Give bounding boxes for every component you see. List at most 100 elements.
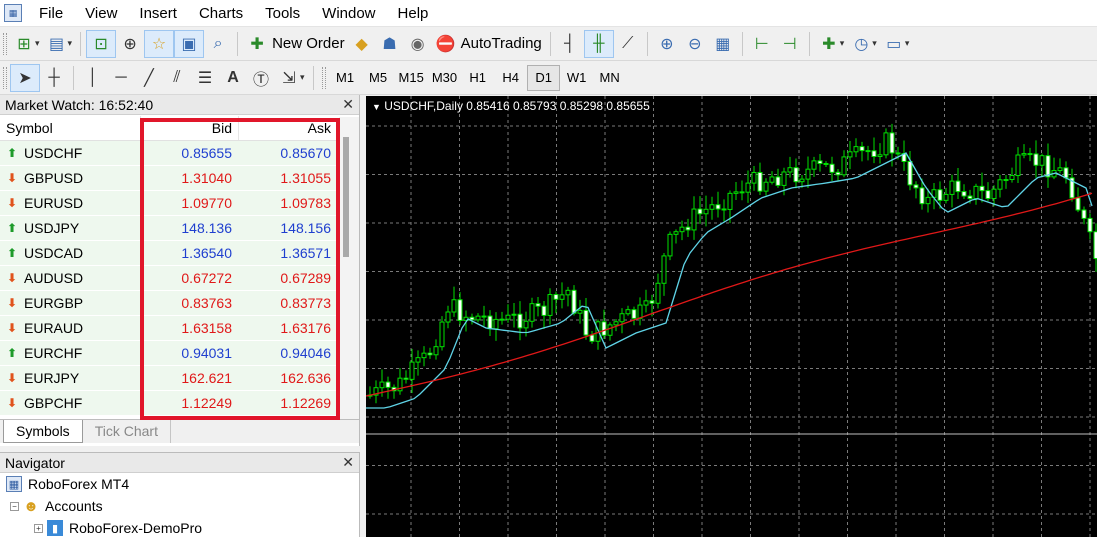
tab-symbols[interactable]: Symbols bbox=[3, 420, 83, 443]
table-row[interactable]: ⬇ EURAUD 1.63158 1.63176 bbox=[0, 316, 338, 341]
line-chart-button[interactable]: ⟋ bbox=[614, 30, 642, 58]
timeframe-mn[interactable]: MN bbox=[593, 65, 626, 91]
profiles-button[interactable]: ▤ ▾ bbox=[43, 30, 76, 58]
timeframe-h4[interactable]: H4 bbox=[494, 65, 527, 91]
table-row[interactable]: ⬇ EURUSD 1.09770 1.09783 bbox=[0, 191, 338, 216]
strategy-tester-button[interactable]: ⌕ bbox=[204, 30, 232, 58]
navigator-item-account[interactable]: + ▮ RoboForex-DemoPro bbox=[0, 517, 359, 537]
arrow-down-icon: ⬇ bbox=[6, 171, 18, 185]
close-icon[interactable]: ✕ bbox=[342, 96, 354, 113]
timeframe-h1[interactable]: H1 bbox=[461, 65, 494, 91]
horizontal-line-tool[interactable]: ─ bbox=[107, 64, 135, 92]
indicators-button[interactable]: ✚ ▾ bbox=[815, 30, 848, 58]
menu-window[interactable]: Window bbox=[311, 0, 386, 27]
column-header-ask[interactable]: Ask bbox=[238, 116, 337, 140]
column-header-symbol[interactable]: Symbol bbox=[0, 116, 140, 140]
navigator-item-root[interactable]: ▦ RoboForex MT4 bbox=[0, 473, 359, 495]
candle-body bbox=[529, 303, 535, 322]
table-row[interactable]: ⬆ USDCHF 0.85655 0.85670 bbox=[0, 141, 338, 166]
scrollbar-thumb[interactable] bbox=[343, 137, 349, 257]
signals-button[interactable]: ☗ bbox=[376, 30, 404, 58]
timeframe-m1[interactable]: M1 bbox=[329, 65, 362, 91]
auto-scroll-icon: ⊢ bbox=[754, 35, 769, 53]
menu-tools[interactable]: Tools bbox=[254, 0, 311, 27]
candle-body bbox=[607, 324, 613, 336]
menu-file[interactable]: File bbox=[28, 0, 74, 27]
candle-body bbox=[721, 208, 727, 211]
collapse-icon[interactable]: − bbox=[10, 501, 19, 511]
timeframe-m5[interactable]: M5 bbox=[362, 65, 395, 91]
arrow-down-icon: ⬇ bbox=[6, 271, 18, 285]
market-button[interactable]: ◉ bbox=[404, 30, 432, 58]
toolbar-grip[interactable] bbox=[321, 66, 326, 89]
autotrading-button[interactable]: ⛔ AutoTrading bbox=[432, 30, 545, 58]
terminal-toggle[interactable]: ▣ bbox=[174, 29, 205, 58]
table-row[interactable]: ⬆ USDCAD 1.36540 1.36571 bbox=[0, 241, 338, 266]
column-header-bid[interactable]: Bid bbox=[140, 116, 238, 140]
table-row[interactable]: ⬇ EURGBP 0.83763 0.83773 bbox=[0, 291, 338, 316]
candle-body bbox=[637, 304, 643, 319]
new-order-button[interactable]: ✚ New Order bbox=[243, 30, 348, 58]
table-row[interactable]: ⬇ AUDUSD 0.67272 0.67289 bbox=[0, 266, 338, 291]
table-row[interactable]: ⬇ EURJPY 162.621 162.636 bbox=[0, 366, 338, 391]
candle-body bbox=[985, 190, 991, 200]
arrows-tool[interactable]: ⇲ ▾ bbox=[275, 64, 308, 92]
market-watch-icon: ⊡ bbox=[94, 35, 108, 53]
cursor-tool[interactable]: ➤ bbox=[10, 63, 40, 92]
zoom-out-button[interactable]: ⊖ bbox=[681, 30, 709, 58]
auto-scroll-button[interactable]: ⊢ bbox=[748, 30, 776, 58]
timeframe-w1[interactable]: W1 bbox=[560, 65, 593, 91]
market-watch-toggle[interactable]: ⊡ bbox=[86, 29, 117, 58]
table-row[interactable]: ⬆ EURCHF 0.94031 0.94046 bbox=[0, 341, 338, 366]
trendline-tool[interactable]: ╱ bbox=[135, 64, 163, 92]
crosshair-tool[interactable]: ┼ bbox=[40, 64, 68, 92]
navigator-item-label: Accounts bbox=[45, 498, 103, 514]
chart-shift-button[interactable]: ⊣ bbox=[776, 30, 804, 58]
equidistant-channel-tool[interactable]: ⫽ bbox=[163, 64, 191, 92]
new-chart-button[interactable]: ⊞ ▾ bbox=[10, 30, 43, 58]
data-window-button[interactable]: ⊕ bbox=[116, 30, 144, 58]
candle-body bbox=[727, 192, 733, 210]
timeframe-d1[interactable]: D1 bbox=[527, 64, 561, 91]
toolbar-grip[interactable] bbox=[3, 66, 7, 89]
navigator-toggle[interactable]: ☆ bbox=[144, 29, 175, 58]
toolbar-grip[interactable] bbox=[3, 32, 7, 55]
candle-body bbox=[715, 204, 721, 210]
text-tool[interactable]: A bbox=[219, 64, 247, 92]
candle-body bbox=[853, 146, 859, 153]
vertical-line-tool[interactable]: │ bbox=[79, 64, 107, 92]
table-row[interactable]: ⬇ GBPUSD 1.31040 1.31055 bbox=[0, 166, 338, 191]
text-label-tool[interactable]: Ⓣ bbox=[247, 64, 275, 92]
accounts-icon: ☻ bbox=[23, 497, 39, 515]
clock-icon: ◷ bbox=[854, 35, 869, 53]
candle-body bbox=[691, 208, 697, 231]
templates-button[interactable]: ▭ ▾ bbox=[880, 30, 913, 58]
menu-insert[interactable]: Insert bbox=[128, 0, 188, 27]
navigator-item-accounts[interactable]: − ☻ Accounts bbox=[0, 495, 359, 517]
candle-body bbox=[625, 309, 631, 315]
expand-icon[interactable]: + bbox=[34, 523, 43, 533]
menu-view[interactable]: View bbox=[74, 0, 128, 27]
fibonacci-tool[interactable]: ☰ bbox=[191, 64, 219, 92]
candle-body bbox=[973, 185, 979, 200]
chart-window[interactable]: ▼ USDCHF,Daily 0.85416 0.85793 0.85298 0… bbox=[365, 96, 1097, 537]
table-row[interactable]: ⬆ USDJPY 148.136 148.156 bbox=[0, 216, 338, 241]
tab-tick-chart[interactable]: Tick Chart bbox=[83, 420, 171, 443]
candle-body bbox=[991, 188, 997, 200]
bar-chart-button[interactable]: ┤ bbox=[556, 30, 584, 58]
tile-windows-button[interactable]: ▦ bbox=[709, 30, 737, 58]
timeframe-m15[interactable]: M15 bbox=[395, 65, 428, 91]
metaeditor-button[interactable]: ◆ bbox=[348, 30, 376, 58]
market-watch-scrollbar[interactable] bbox=[339, 117, 359, 419]
timeframe-m30[interactable]: M30 bbox=[428, 65, 461, 91]
candlestick-button[interactable]: ╫ bbox=[583, 29, 614, 58]
candlestick-chart[interactable] bbox=[365, 96, 1097, 537]
menu-help[interactable]: Help bbox=[387, 0, 440, 27]
menu-charts[interactable]: Charts bbox=[188, 0, 254, 27]
zoom-in-button[interactable]: ⊕ bbox=[653, 30, 681, 58]
table-row[interactable]: ⬇ GBPCHF 1.12249 1.12269 bbox=[0, 391, 338, 416]
line-chart-icon: ⟋ bbox=[622, 34, 634, 52]
ask-cell: 0.85670 bbox=[280, 145, 331, 161]
periods-button[interactable]: ◷ ▾ bbox=[847, 30, 880, 58]
close-icon[interactable]: ✕ bbox=[342, 454, 354, 471]
